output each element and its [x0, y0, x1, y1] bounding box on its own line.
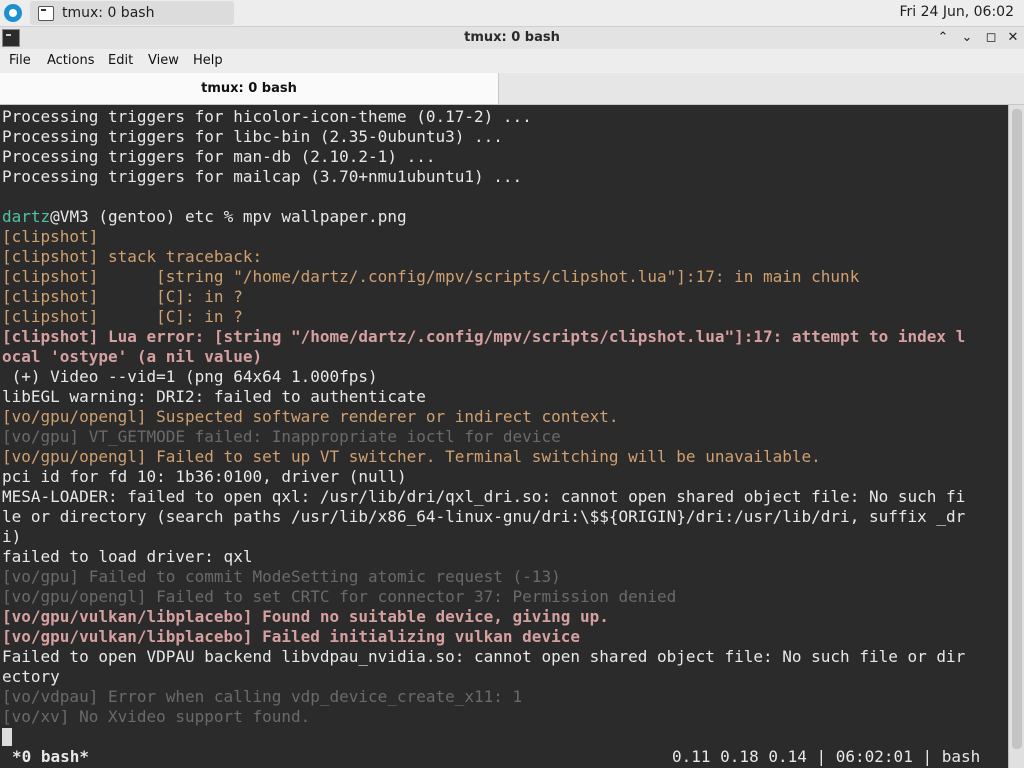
clock[interactable]: Fri 24 Jun, 06:02 [899, 4, 1014, 20]
tab-tmux-bash[interactable]: tmux: 0 bash [0, 73, 499, 104]
terminal-line: i) [2, 527, 22, 546]
terminal-line: [vo/gpu/opengl] Failed to set up VT swit… [2, 447, 821, 466]
tmux-status-right: 0.11 0.18 0.14 | 06:02:01 | bash [672, 747, 981, 766]
terminal-line: ectory [2, 667, 60, 686]
terminal-line: [clipshot] [C]: in ? [2, 307, 243, 326]
terminal-icon [38, 6, 54, 21]
prompt-command: @VM3 (gentoo) etc % mpv wallpaper.png [50, 207, 407, 226]
menu-actions[interactable]: Actions [47, 53, 95, 68]
minimize-button[interactable]: ⌄ [958, 29, 976, 47]
window-titlebar[interactable]: tmux: 0 bash ⌃ ⌄ ◻ ✕ [0, 27, 1024, 49]
terminal-line: libEGL warning: DRI2: failed to authenti… [2, 387, 426, 406]
menu-edit[interactable]: Edit [108, 53, 133, 68]
terminal-scrollbar[interactable] [1008, 105, 1024, 768]
terminal-output[interactable]: Processing triggers for hicolor-icon-the… [0, 105, 1008, 745]
terminal-line: Failed to open VDPAU backend libvdpau_nv… [2, 647, 966, 666]
terminal-cursor [2, 728, 12, 746]
terminal-line: failed to load driver: qxl [2, 547, 253, 566]
tmux-status-bar: *0 bash* 0.11 0.18 0.14 | 06:02:01 | bas… [0, 747, 1008, 768]
terminal-line: MESA-LOADER: failed to open qxl: /usr/li… [2, 487, 966, 506]
terminal-line: [vo/xv] No Xvideo support found. [2, 707, 311, 726]
terminal-line: Processing triggers for man-db (2.10.2-1… [2, 147, 436, 166]
terminal-line: (+) Video --vid=1 (png 64x64 1.000fps) [2, 367, 378, 386]
terminal-line: [clipshot] stack traceback: [2, 247, 263, 266]
close-button[interactable]: ✕ [1004, 29, 1022, 47]
tab-bar: tmux: 0 bash [0, 73, 1024, 105]
top-panel: tmux: 0 bash Fri 24 Jun, 06:02 [0, 0, 1024, 27]
terminal-line: Processing triggers for libc-bin (2.35-0… [2, 127, 503, 146]
terminal-line: Processing triggers for mailcap (3.70+nm… [2, 167, 523, 186]
scrollbar-thumb[interactable] [1012, 109, 1022, 749]
terminal-line: [vo/vdpau] Error when calling vdp_device… [2, 687, 523, 706]
taskbar-label: tmux: 0 bash [62, 5, 155, 21]
terminal-line: [vo/gpu] Failed to commit ModeSetting at… [2, 567, 561, 586]
keep-above-button[interactable]: ⌃ [934, 29, 952, 47]
tab-label: tmux: 0 bash [201, 81, 297, 96]
menu-help[interactable]: Help [193, 53, 223, 68]
terminal-line: [clipshot] Lua error: [string "/home/dar… [2, 327, 966, 346]
terminal-line: [vo/gpu/vulkan/libplacebo] Failed initia… [2, 627, 580, 646]
terminal-line: [clipshot] [2, 227, 99, 246]
app-launcher-icon[interactable] [4, 4, 22, 22]
window-title: tmux: 0 bash [464, 30, 560, 45]
terminal-line: [vo/gpu/vulkan/libplacebo] Found no suit… [2, 607, 609, 626]
menu-bar: File Actions Edit View Help [0, 49, 1024, 73]
terminal-line: dartz@VM3 (gentoo) etc % mpv wallpaper.p… [2, 207, 407, 227]
terminal-line: le or directory (search paths /usr/lib/x… [2, 507, 966, 526]
terminal-line: [clipshot] [string "/home/dartz/.config/… [2, 267, 860, 286]
prompt-username: dartz [2, 207, 51, 226]
terminal-line: pci id for fd 10: 1b36:0100, driver (nul… [2, 467, 407, 486]
tmux-window-indicator[interactable]: *0 bash* [12, 747, 89, 766]
terminal-line: [vo/gpu/opengl] Failed to set CRTC for c… [2, 587, 677, 606]
taskbar-button-tmux[interactable]: tmux: 0 bash [30, 1, 234, 25]
maximize-button[interactable]: ◻ [982, 29, 1000, 47]
menu-view[interactable]: View [148, 53, 179, 68]
terminal-line: ocal 'ostype' (a nil value) [2, 347, 263, 366]
terminal-line: [clipshot] [C]: in ? [2, 287, 243, 306]
menu-file[interactable]: File [9, 53, 31, 68]
terminal-line: Processing triggers for hicolor-icon-the… [2, 107, 532, 126]
terminal-line: [vo/gpu] VT_GETMODE failed: Inappropriat… [2, 427, 561, 446]
terminal-line: [vo/gpu/opengl] Suspected software rende… [2, 407, 619, 426]
